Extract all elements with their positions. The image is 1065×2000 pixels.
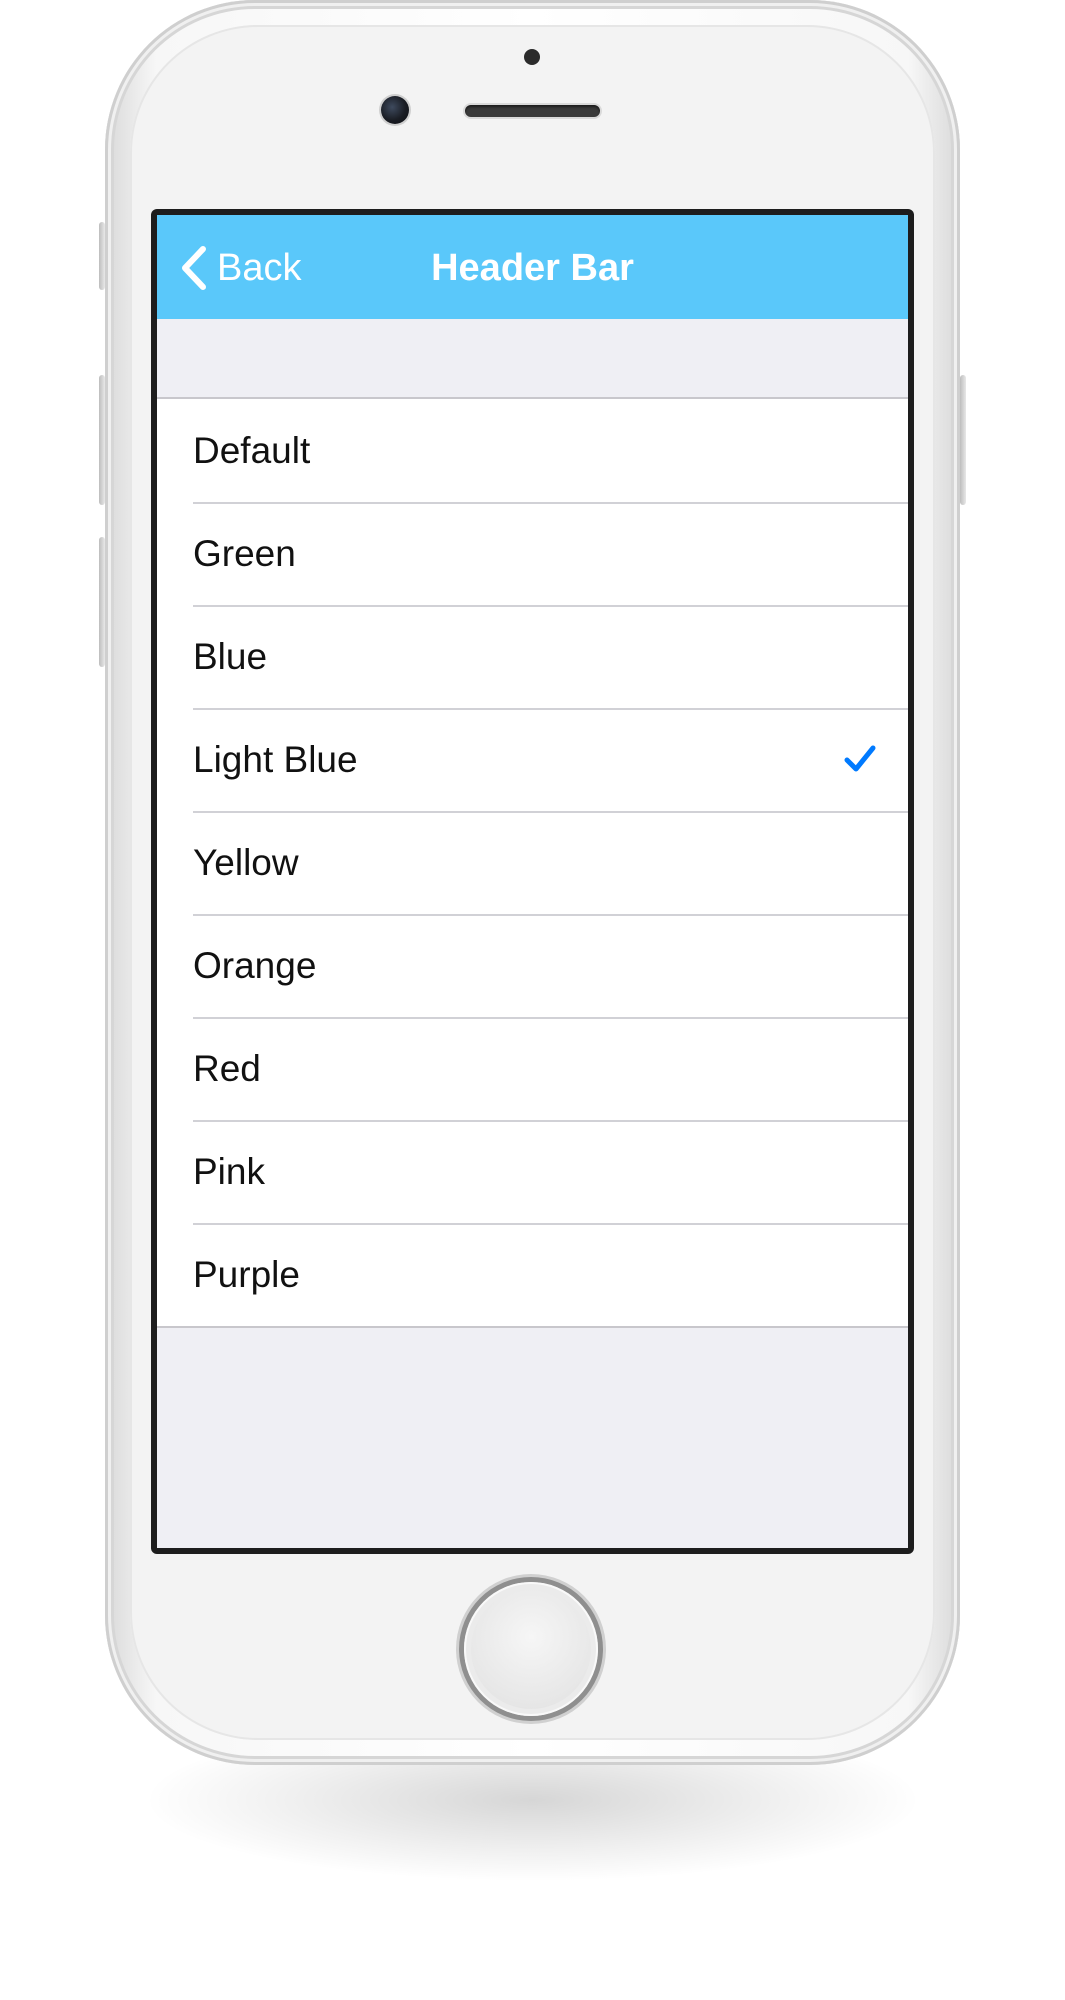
list-item-label: Green <box>193 533 296 574</box>
earpiece-speaker <box>465 105 600 117</box>
list-item[interactable]: Light Blue <box>157 708 908 811</box>
list-item-label: Orange <box>193 945 317 986</box>
phone-screen: Back Header Bar Default Green Blue Light Bl… <box>151 209 914 1554</box>
list-item-label: Default <box>193 430 311 471</box>
list-item[interactable]: Green <box>157 502 908 605</box>
list-item[interactable]: Orange <box>157 914 908 1017</box>
app-display: Back Header Bar Default Green Blue Light Bl… <box>157 215 908 1548</box>
list-item[interactable]: Yellow <box>157 811 908 914</box>
header-bar: Back Header Bar <box>157 215 908 319</box>
color-option-list: Default Green Blue Light Blue Yellow Orange Re… <box>157 397 908 1328</box>
proximity-sensor <box>524 49 540 65</box>
page-title: Header Bar <box>431 247 634 289</box>
list-item-label: Yellow <box>193 842 299 883</box>
list-item[interactable]: Blue <box>157 605 908 708</box>
list-item-label: Pink <box>193 1151 265 1192</box>
list-item-label: Red <box>193 1048 261 1089</box>
checkmark-icon <box>844 745 876 772</box>
list-item-label: Light Blue <box>193 739 358 780</box>
list-item[interactable]: Pink <box>157 1120 908 1223</box>
list-item-label: Purple <box>193 1254 300 1295</box>
home-button-face <box>471 1589 591 1709</box>
home-button[interactable] <box>464 1582 598 1716</box>
power-button <box>960 375 966 505</box>
list-item[interactable]: Purple <box>157 1223 908 1326</box>
front-camera <box>381 96 409 124</box>
list-item[interactable]: Red <box>157 1017 908 1120</box>
list-item[interactable]: Default <box>157 399 908 502</box>
list-item-label: Blue <box>193 636 268 677</box>
